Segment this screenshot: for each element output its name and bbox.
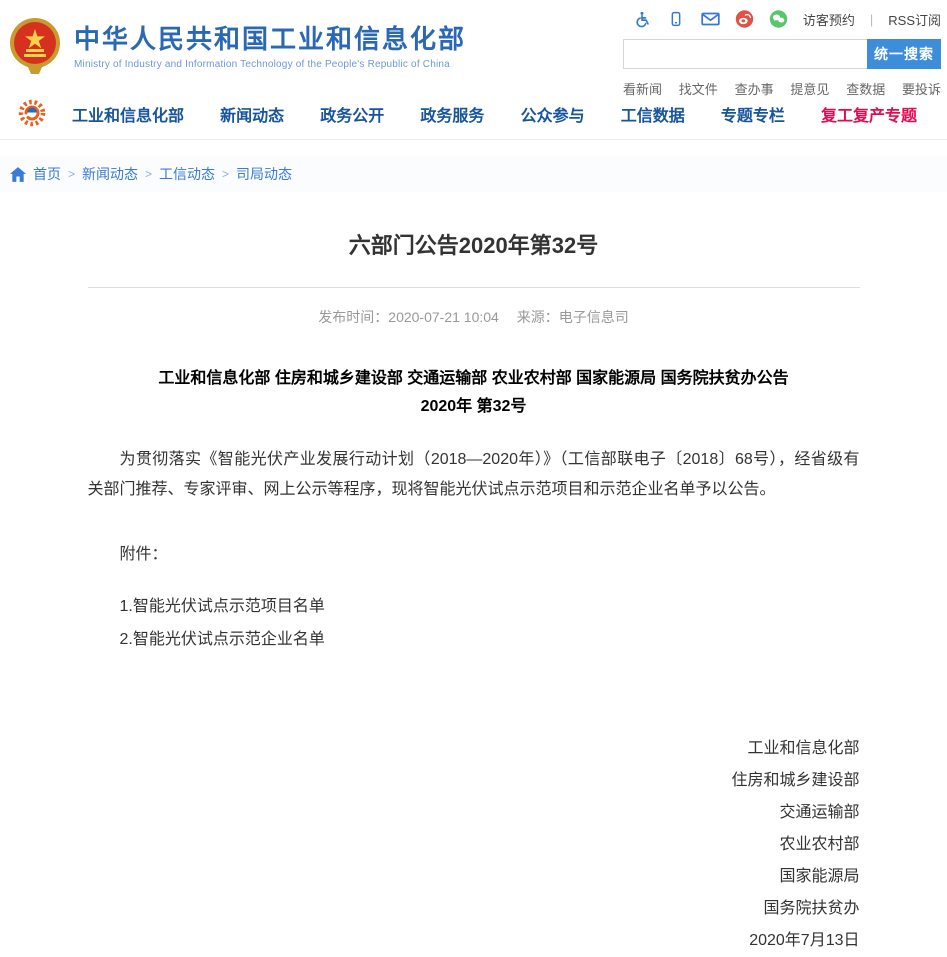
site-subtitle: Ministry of Industry and Information Tec… (74, 59, 466, 70)
attachment-list: 1.智能光伏试点示范项目名单 2.智能光伏试点示范企业名单 (88, 592, 860, 649)
doc-heading: 工业和信息化部 住房和城乡建设部 交通运输部 农业农村部 国家能源局 国务院扶贫… (88, 365, 860, 421)
site-header: 中华人民共和国工业和信息化部 Ministry of Industry and … (0, 0, 947, 88)
page-title: 六部门公告2020年第32号 (88, 228, 860, 260)
header-right: 访客预约 | RSS订阅 统一搜索 看新闻 找文件 查办事 提意见 查数据 要投… (623, 6, 941, 88)
signature-date: 2020年7月13日 (88, 933, 860, 957)
nav-item-industry-data[interactable]: 工信数据 (621, 102, 685, 126)
attachments: 附件： 1.智能光伏试点示范项目名单 2.智能光伏试点示范企业名单 (88, 540, 860, 649)
accessibility-icon[interactable] (633, 10, 652, 29)
quick-link-suggestions[interactable]: 提意见 (790, 79, 829, 98)
nav-item-public-participation[interactable]: 公众参与 (521, 102, 585, 126)
signature-line: 国家能源局 (88, 869, 860, 893)
miit-gear-e-icon[interactable] (16, 98, 48, 130)
attachment-item-projects[interactable]: 1.智能光伏试点示范项目名单 (120, 592, 860, 616)
signature-line: 住房和城乡建设部 (88, 773, 860, 797)
quick-link-news[interactable]: 看新闻 (623, 79, 662, 98)
source: 来源：电子信息司 (517, 309, 629, 325)
unified-search-button[interactable]: 统一搜索 (867, 39, 941, 69)
article: 六部门公告2020年第32号 发布时间：2020-07-21 10:04 来源：… (88, 228, 860, 957)
attachments-label: 附件： (88, 540, 860, 564)
nav-item-gov-services[interactable]: 政务服务 (420, 102, 484, 126)
nav-item-special-topics[interactable]: 专题专栏 (721, 102, 785, 126)
breadcrumb-bureau-dynamics[interactable]: 司局动态 (236, 164, 292, 184)
quick-link-complaints[interactable]: 要投诉 (902, 79, 941, 98)
attachment-item-enterprises[interactable]: 2.智能光伏试点示范企业名单 (120, 625, 860, 649)
breadcrumb-separator: > (145, 167, 152, 181)
breadcrumb-miit-dynamics[interactable]: 工信动态 (159, 164, 215, 184)
mobile-icon[interactable] (667, 10, 686, 29)
breadcrumb-news[interactable]: 新闻动态 (82, 164, 138, 184)
quick-link-services[interactable]: 查办事 (735, 79, 774, 98)
signature-line: 交通运输部 (88, 805, 860, 829)
quick-links: 看新闻 找文件 查办事 提意见 查数据 要投诉 (623, 79, 941, 98)
signature-line: 国务院扶贫办 (88, 901, 860, 925)
mail-icon[interactable] (701, 10, 720, 29)
site-logo-link[interactable]: 中华人民共和国工业和信息化部 Ministry of Industry and … (8, 6, 466, 88)
rss-subscribe-link[interactable]: RSS订阅 (888, 10, 941, 29)
utility-separator: | (870, 12, 873, 27)
weibo-icon[interactable] (735, 10, 754, 29)
national-emblem-icon (8, 16, 62, 79)
doc-body: 为贯彻落实《智能光伏产业发展行动计划（2018—2020年）》（工信部联电子〔2… (88, 445, 860, 504)
signature-block: 工业和信息化部 住房和城乡建设部 交通运输部 农业农村部 国家能源局 国务院扶贫… (88, 741, 860, 957)
nav-items: 工业和信息化部 新闻动态 政务公开 政务服务 公众参与 工信数据 专题专栏 复工… (72, 102, 947, 126)
doc-heading-line1: 工业和信息化部 住房和城乡建设部 交通运输部 农业农村部 国家能源局 国务院扶贫… (88, 365, 860, 393)
publish-time: 发布时间：2020-07-21 10:04 (318, 309, 499, 325)
doc-paragraph: 为贯彻落实《智能光伏产业发展行动计划（2018—2020年）》（工信部联电子〔2… (88, 445, 860, 504)
breadcrumb: 首页 > 新闻动态 > 工信动态 > 司局动态 (0, 156, 947, 192)
search-bar: 统一搜索 (623, 39, 941, 69)
article-meta: 发布时间：2020-07-21 10:04 来源：电子信息司 (88, 288, 860, 327)
signature-line: 工业和信息化部 (88, 741, 860, 765)
header-utility-row: 访客预约 | RSS订阅 (623, 8, 941, 30)
signature-line: 农业农村部 (88, 837, 860, 861)
nav-item-news[interactable]: 新闻动态 (220, 102, 284, 126)
visitor-appointment-link[interactable]: 访客预约 (803, 10, 855, 29)
quick-link-documents[interactable]: 找文件 (679, 79, 718, 98)
wechat-icon[interactable] (769, 10, 788, 29)
doc-heading-line2: 2020年 第32号 (88, 393, 860, 421)
brand-text: 中华人民共和国工业和信息化部 Ministry of Industry and … (74, 24, 466, 70)
nav-item-gov-openness[interactable]: 政务公开 (320, 102, 384, 126)
quick-link-data[interactable]: 查数据 (846, 79, 885, 98)
nav-item-work-resumption[interactable]: 复工复产专题 (821, 102, 917, 126)
breadcrumb-separator: > (222, 167, 229, 181)
nav-item-miit[interactable]: 工业和信息化部 (72, 102, 184, 126)
search-input[interactable] (623, 39, 867, 69)
breadcrumb-separator: > (68, 167, 75, 181)
site-title: 中华人民共和国工业和信息化部 (74, 24, 466, 55)
breadcrumb-home[interactable]: 首页 (33, 164, 61, 184)
home-icon[interactable] (10, 167, 26, 182)
